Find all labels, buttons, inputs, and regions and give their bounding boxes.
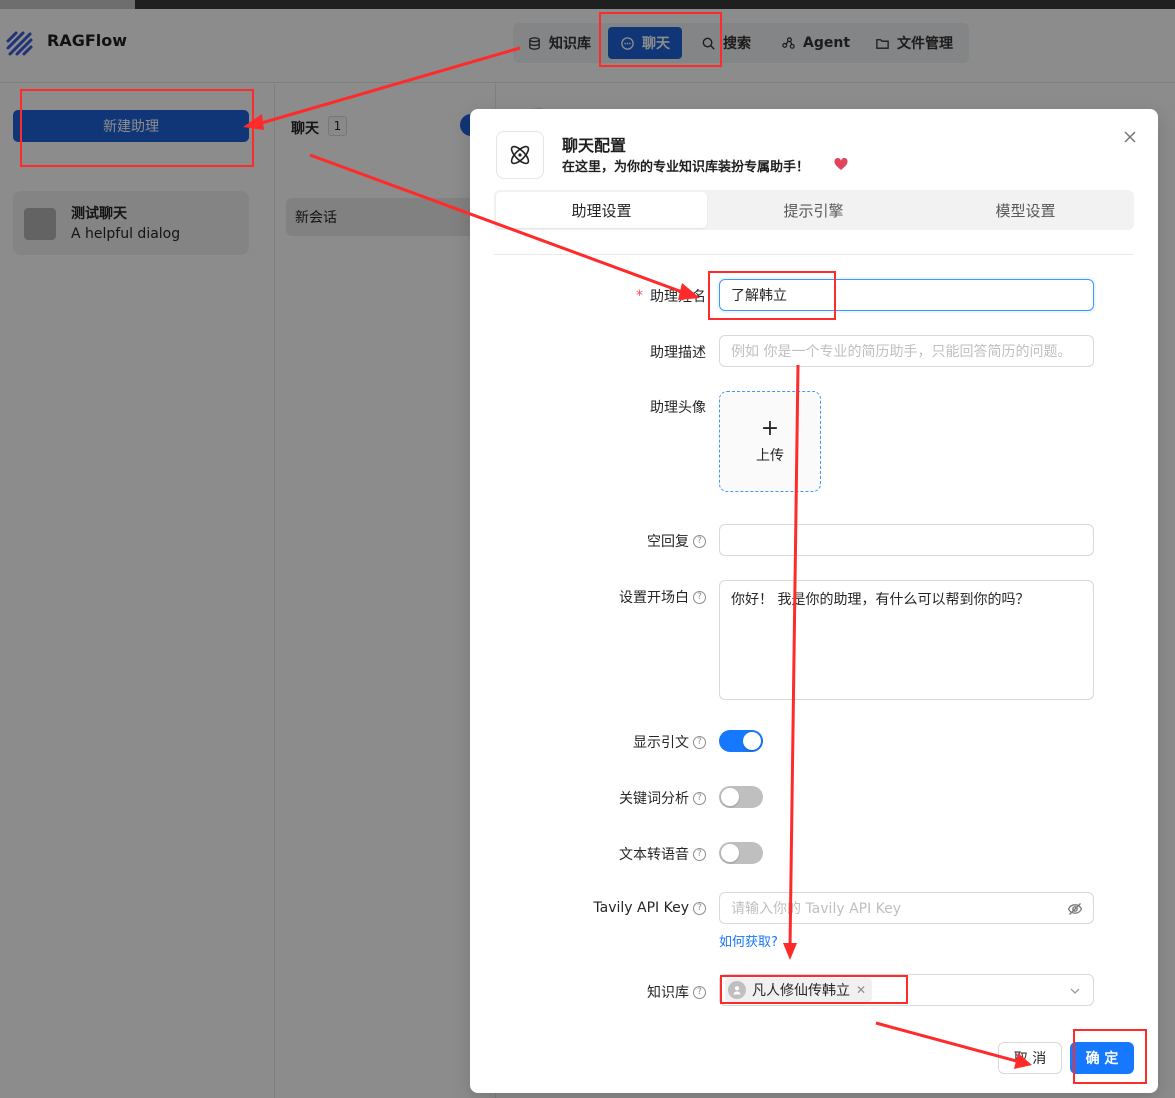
knowledge-base-select[interactable]: 凡人修仙传韩立 ✕ [719,974,1094,1006]
show-quote-label: 显示引文? [633,732,706,752]
heart-icon [834,158,848,170]
chevron-down-icon [1070,988,1080,994]
help-icon: ? [693,791,706,805]
label-text: 空回复 [647,534,689,550]
label-text: 显示引文 [633,735,689,751]
show-quote-toggle[interactable] [719,730,763,752]
atom-icon [510,145,530,165]
input-value: 了解韩立 [731,288,787,304]
opener-textarea[interactable]: 你好！ 我是你的助理，有什么可以帮到你的吗？ [719,580,1094,700]
help-icon: ? [693,534,706,548]
tts-toggle[interactable] [719,842,763,864]
help-icon: ? [693,590,706,604]
label-text: 助理姓名 [650,289,706,305]
how-to-get-link[interactable]: 如何获取? [719,931,778,950]
remove-tag-icon[interactable]: ✕ [856,983,866,997]
tab-assistant-settings[interactable]: 助理设置 [496,192,707,228]
tab-model-settings[interactable]: 模型设置 [920,192,1131,228]
label-text: Tavily API Key [593,900,689,916]
label-text: 助理描述 [650,345,706,361]
assistant-name-input[interactable]: 了解韩立 [719,279,1094,311]
modal-subtitle: 在这里，为你的专业知识库装扮专属助手！ [562,160,810,175]
opener-label: 设置开场白? [619,587,706,607]
label-text: 知识库 [647,985,689,1001]
plus-icon: + [760,415,780,441]
empty-reply-input[interactable] [719,524,1094,556]
modal-header-icon [496,131,544,179]
assistant-description-input[interactable]: 例如 你是一个专业的简历助手，只能回答简历的问题。 [719,335,1094,367]
close-icon[interactable] [1122,129,1138,145]
chat-config-modal: 聊天配置 在这里，为你的专业知识库装扮专属助手！ 助理设置 提示引擎 模型设置 … [470,109,1158,1093]
avatar-upload[interactable]: + 上传 [719,391,821,492]
avatar-label: 助理头像 [650,397,706,417]
empty-reply-label: 空回复? [647,531,706,551]
keyword-analysis-toggle[interactable] [719,786,763,808]
keyword-analysis-label: 关键词分析? [619,788,706,808]
textarea-value: 你好！ 我是你的助理，有什么可以帮到你的吗？ [731,592,1030,608]
modal-title: 聊天配置 [562,136,627,155]
toggle-knob [721,844,739,862]
description-label: 助理描述 [650,342,706,362]
config-tabs: 助理设置 提示引擎 模型设置 [494,190,1134,230]
knowledge-base-tag: 凡人修仙传韩立 ✕ [725,978,873,1002]
knowledge-base-label: 知识库? [647,982,706,1002]
label-text: 关键词分析 [619,791,689,807]
required-mark: * [636,288,643,304]
label-text: 文本转语音 [619,847,689,863]
confirm-button[interactable]: 确 定 [1070,1042,1134,1074]
toggle-knob [743,732,761,750]
tag-label: 凡人修仙传韩立 [752,983,850,999]
name-label: * 助理姓名 [636,286,706,306]
tavily-api-key-input[interactable]: 请输入你的 Tavily API Key [719,892,1094,924]
upload-label: 上传 [756,447,784,464]
help-icon: ? [693,847,706,861]
toggle-knob [721,788,739,806]
help-icon: ? [693,901,706,915]
tavily-key-label: Tavily API Key? [593,900,706,916]
user-icon [728,981,746,999]
cancel-button[interactable]: 取 消 [998,1042,1062,1074]
divider [494,254,1134,255]
label-text: 助理头像 [650,400,706,416]
help-icon: ? [693,985,706,999]
tts-label: 文本转语音? [619,844,706,864]
input-placeholder: 请输入你的 Tavily API Key [731,901,902,917]
label-text: 设置开场白 [619,590,689,606]
eye-off-icon[interactable] [1067,901,1083,917]
help-icon: ? [693,735,706,749]
tab-prompt-engine[interactable]: 提示引擎 [708,192,919,228]
input-placeholder: 例如 你是一个专业的简历助手，只能回答简历的问题。 [731,344,1072,360]
